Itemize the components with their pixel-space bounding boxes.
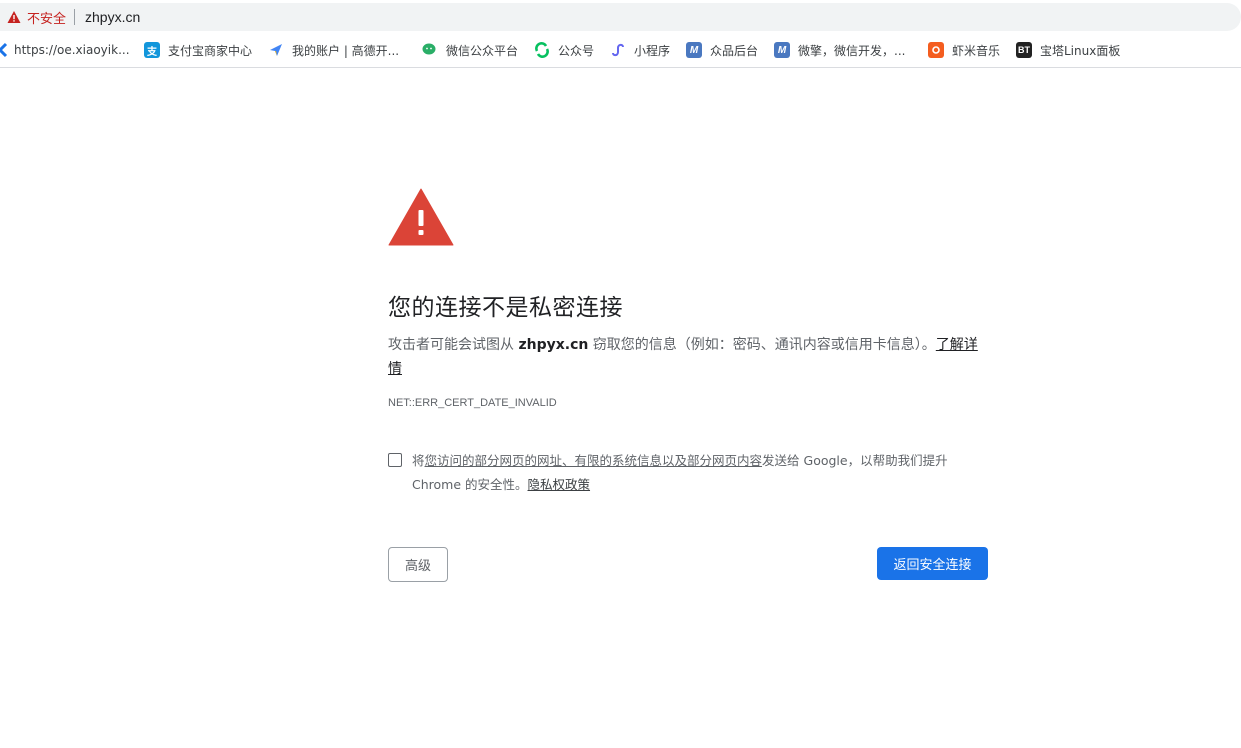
warning-triangle-icon xyxy=(388,188,454,246)
bookmarks-bar: https://oe.xiaoyik... 支 支付宝商家中心 我的账户 | 高… xyxy=(0,36,1241,64)
bookmark-item[interactable]: 支 支付宝商家中心 xyxy=(144,40,252,60)
m-logo-icon: M xyxy=(686,42,702,58)
page-title: 您的连接不是私密连接 xyxy=(388,295,623,321)
warning-triangle-icon[interactable] xyxy=(7,10,21,24)
privacy-policy-link[interactable]: 隐私权政策 xyxy=(528,477,591,492)
optin-link[interactable]: 您访问的部分网页的网址、有限的系统信息以及部分网页内容 xyxy=(425,453,763,468)
omnibox-divider xyxy=(74,9,76,25)
back-to-safety-button[interactable]: 返回安全连接 xyxy=(877,547,988,580)
m-logo-icon: M xyxy=(774,42,790,58)
bookmark-item[interactable]: 虾米音乐 xyxy=(928,40,1000,60)
warning-description: 攻击者可能会试图从 zhpyx.cn 窃取您的信息（例如：密码、通讯内容或信用卡… xyxy=(388,333,988,381)
bookmark-item[interactable]: 公众号 xyxy=(534,40,594,60)
description-prefix: 攻击者可能会试图从 xyxy=(388,337,519,353)
bookmark-item[interactable]: https://oe.xiaoyik... xyxy=(0,40,130,60)
bookmark-label: 众品后台 xyxy=(710,43,759,58)
bookmark-label: https://oe.xiaoyik... xyxy=(14,43,130,57)
refresh-green-icon xyxy=(535,42,549,58)
host-name: zhpyx.cn xyxy=(518,337,589,353)
bookmark-label: 支付宝商家中心 xyxy=(168,43,253,58)
bookmark-label: 我的账户 | 高德开... xyxy=(292,43,400,58)
bookmark-label: 公众号 xyxy=(558,43,595,58)
bookmark-item[interactable]: 我的账户 | 高德开... xyxy=(268,40,399,60)
omnibox[interactable]: 不安全 zhpyx.cn xyxy=(0,3,1241,31)
wechat-icon xyxy=(422,43,436,55)
advanced-button[interactable]: 高级 xyxy=(388,547,448,582)
bookmark-item[interactable]: 微信公众平台 xyxy=(422,40,518,60)
bookmark-label: 宝塔Linux面板 xyxy=(1040,43,1121,58)
bookmark-item[interactable]: M 微擎，微信开发，... xyxy=(774,40,905,60)
alipay-icon: 支 xyxy=(144,42,160,58)
toolbar-divider xyxy=(0,67,1241,68)
optin-text: 将您访问的部分网页的网址、有限的系统信息以及部分网页内容发送给 Google，以… xyxy=(412,449,988,497)
xiami-icon xyxy=(928,42,944,58)
optin-checkbox[interactable] xyxy=(388,453,402,467)
safe-browsing-optin: 将您访问的部分网页的网址、有限的系统信息以及部分网页内容发送给 Google，以… xyxy=(388,449,988,497)
url-text[interactable]: zhpyx.cn xyxy=(85,9,140,25)
bookmark-label: 微信公众平台 xyxy=(446,43,519,58)
miniprogram-icon xyxy=(612,43,624,57)
optin-prefix: 将 xyxy=(412,453,425,468)
blue-k-icon xyxy=(0,42,8,58)
bookmark-label: 小程序 xyxy=(634,43,671,58)
description-suffix: 窃取您的信息（例如：密码、通讯内容或信用卡信息）。 xyxy=(588,337,936,353)
bookmark-label: 虾米音乐 xyxy=(952,43,1001,58)
bookmark-item[interactable]: BT 宝塔Linux面板 xyxy=(1016,40,1120,60)
security-status-label[interactable]: 不安全 xyxy=(27,8,66,27)
error-code: NET::ERR_CERT_DATE_INVALID xyxy=(388,397,557,409)
amap-icon xyxy=(270,44,282,56)
bt-icon: BT xyxy=(1016,42,1032,58)
bookmark-label: 微擎，微信开发，... xyxy=(798,43,906,58)
bookmark-item[interactable]: M 众品后台 xyxy=(686,40,758,60)
bookmark-item[interactable]: 小程序 xyxy=(610,40,670,60)
